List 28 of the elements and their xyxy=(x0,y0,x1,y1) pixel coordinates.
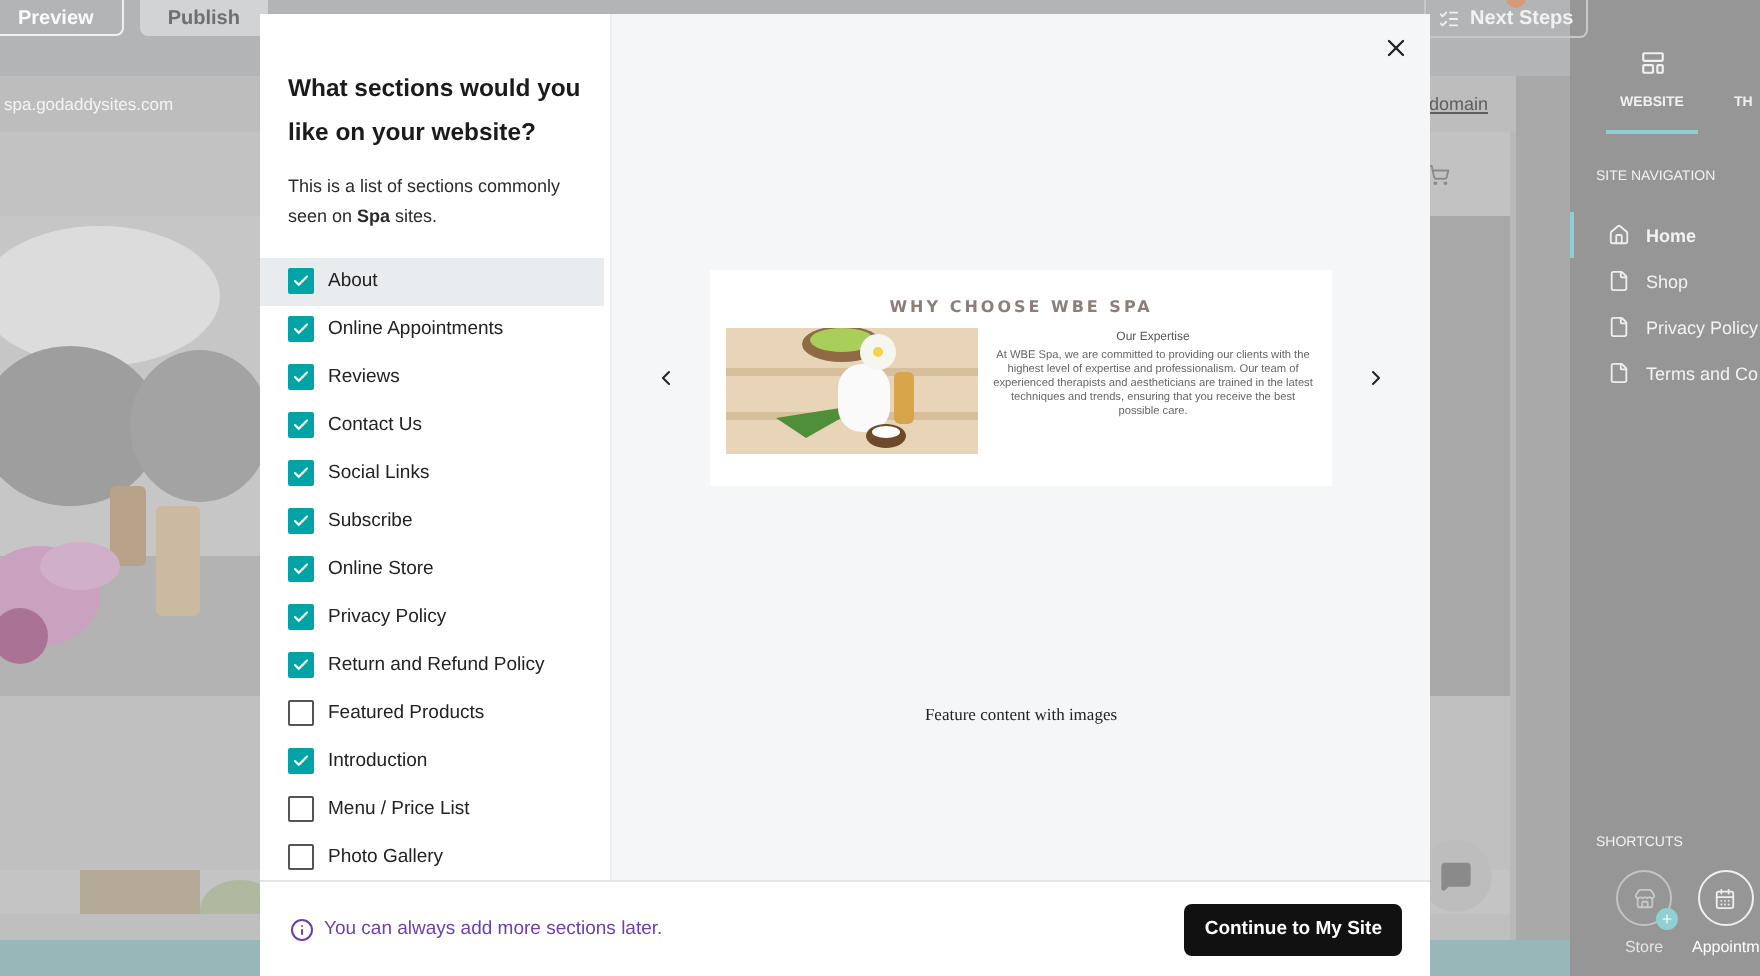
section-option[interactable]: Introduction xyxy=(260,736,604,785)
page-icon xyxy=(1608,270,1630,292)
page-icon xyxy=(1608,316,1630,338)
checkbox[interactable] xyxy=(288,795,314,822)
domain-link[interactable]: domain xyxy=(1428,94,1488,114)
checkbox[interactable] xyxy=(288,747,314,774)
layout-icon xyxy=(1639,50,1665,76)
calendar-icon xyxy=(1714,887,1737,909)
close-icon xyxy=(1382,34,1410,62)
home-icon xyxy=(1608,224,1630,246)
checklist-icon xyxy=(1438,7,1460,29)
continue-button[interactable]: Continue to My Site xyxy=(1184,903,1402,955)
section-option[interactable]: Featured Products xyxy=(260,688,604,737)
cart-icon[interactable] xyxy=(1428,163,1450,185)
store-icon xyxy=(1633,887,1655,909)
page-icon xyxy=(1608,362,1630,384)
check-icon xyxy=(292,751,310,770)
checkbox[interactable] xyxy=(288,699,314,726)
hint-text: You can always add more sections later. xyxy=(324,918,663,940)
plus-icon xyxy=(1660,912,1674,926)
preview-caption: Feature content with images xyxy=(924,704,1118,724)
checkbox[interactable] xyxy=(288,843,314,870)
info-icon xyxy=(290,917,314,941)
section-option[interactable]: Photo Gallery xyxy=(260,832,604,880)
chat-icon xyxy=(1440,860,1472,892)
section-option[interactable]: Menu / Price List xyxy=(260,784,604,833)
intro-text: This is a list of sections commonly seen on Spa sites. xyxy=(288,174,563,230)
dialog-title: What sections would you like on your website? xyxy=(288,72,583,150)
